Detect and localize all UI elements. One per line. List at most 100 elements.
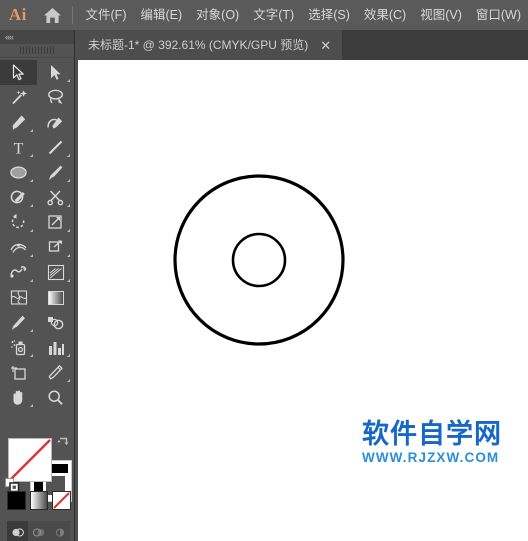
shaper-tool[interactable]: [0, 185, 37, 210]
tool-row: [0, 160, 74, 185]
draw-normal-button[interactable]: [7, 521, 28, 541]
tool-flyout-indicator: [67, 179, 70, 182]
artwork-concentric-circles: [173, 174, 345, 346]
blend-tool[interactable]: [37, 310, 74, 335]
artboard-tool[interactable]: [0, 360, 37, 385]
panel-collapse-button[interactable]: ««: [0, 30, 74, 44]
lasso-tool[interactable]: [37, 85, 74, 110]
color-controls: [0, 435, 74, 541]
svg-text:T: T: [14, 141, 24, 157]
tool-flyout-indicator: [67, 354, 70, 357]
pen-tool[interactable]: [0, 110, 37, 135]
tool-row: [0, 85, 74, 110]
selection-tool[interactable]: [0, 60, 37, 85]
grip-dots-icon: [20, 47, 54, 54]
hand-tool[interactable]: [0, 385, 37, 410]
draw-inside-button[interactable]: [49, 521, 70, 541]
symbol-sprayer-tool[interactable]: [0, 335, 37, 360]
perspective-grid-tool[interactable]: [37, 260, 74, 285]
home-icon[interactable]: [36, 0, 70, 30]
panel-drag-handle[interactable]: [0, 44, 74, 58]
tool-grid: T: [0, 60, 74, 410]
none-slash-icon: [53, 492, 71, 509]
outer-circle: [173, 174, 345, 346]
none-button[interactable]: [52, 491, 72, 510]
tool-row: [0, 335, 74, 360]
tool-row: [0, 360, 74, 385]
artboard-canvas[interactable]: 软件自学网 WWW.RJZXW.COM: [75, 60, 528, 541]
free-transform-tool[interactable]: [37, 235, 74, 260]
shape-builder-tool[interactable]: [0, 260, 37, 285]
magic-wand-tool[interactable]: [0, 85, 37, 110]
close-icon[interactable]: ✕: [308, 30, 342, 60]
tool-flyout-indicator: [67, 154, 70, 157]
tool-row: [0, 260, 74, 285]
document-tab-title: 未标题-1* @ 392.61% (CMYK/GPU 预览): [88, 38, 309, 52]
watermark-sub-text: WWW.RJZXW.COM: [362, 450, 500, 465]
column-graph-tool[interactable]: [37, 335, 74, 360]
line-segment-tool[interactable]: [37, 135, 74, 160]
draw-behind-button[interactable]: [28, 521, 49, 541]
tool-row: [0, 310, 74, 335]
menu-item-select[interactable]: 选择(S): [301, 4, 357, 26]
tool-row: [0, 60, 74, 85]
tool-row: T: [0, 135, 74, 160]
rotate-tool[interactable]: [0, 210, 37, 235]
gradient-tool[interactable]: [37, 285, 74, 310]
menu-item-list: 文件(F) 编辑(E) 对象(O) 文字(T) 选择(S) 效果(C) 视图(V…: [79, 4, 528, 26]
ellipse-tool[interactable]: [0, 160, 37, 185]
tools-panel: «« T: [0, 30, 75, 541]
tool-row: [0, 235, 74, 260]
tool-flyout-indicator: [67, 204, 70, 207]
tool-flyout-indicator: [30, 154, 33, 157]
menu-item-view[interactable]: 视图(V): [413, 4, 469, 26]
type-tool[interactable]: T: [0, 135, 37, 160]
menu-item-effect[interactable]: 效果(C): [357, 4, 413, 26]
direct-selection-tool[interactable]: [37, 60, 74, 85]
tool-flyout-indicator: [30, 354, 33, 357]
color-button[interactable]: [7, 491, 26, 510]
tool-row: [0, 210, 74, 235]
tool-flyout-indicator: [67, 79, 70, 82]
zoom-tool[interactable]: [37, 385, 74, 410]
tool-flyout-indicator: [30, 204, 33, 207]
tool-row: [0, 110, 74, 135]
tool-flyout-indicator: [30, 279, 33, 282]
illustrator-window: Ai 文件(F) 编辑(E) 对象(O) 文字(T) 选择(S) 效果(C) 视…: [0, 0, 528, 541]
canvas-left-edge: [75, 60, 78, 541]
document-tab-bar: 未标题-1* @ 392.61% (CMYK/GPU 预览) ✕: [0, 30, 528, 60]
fill-none-indicator: [8, 438, 52, 482]
color-mode-buttons: [7, 491, 72, 517]
menu-item-window[interactable]: 窗口(W): [469, 4, 528, 26]
mesh-tool[interactable]: [0, 285, 37, 310]
swap-fill-stroke-icon[interactable]: [56, 436, 70, 455]
menu-bar: Ai 文件(F) 编辑(E) 对象(O) 文字(T) 选择(S) 效果(C) 视…: [0, 0, 528, 30]
tool-flyout-indicator: [30, 329, 33, 332]
chevron-double-left-icon: ««: [5, 31, 14, 42]
watermark: 软件自学网 WWW.RJZXW.COM: [362, 420, 502, 466]
fill-swatch[interactable]: [8, 438, 52, 482]
tool-flyout-indicator: [67, 229, 70, 232]
inner-circle: [231, 232, 287, 288]
slice-tool[interactable]: [37, 360, 74, 385]
tool-flyout-indicator: [30, 229, 33, 232]
tool-flyout-indicator: [30, 129, 33, 132]
tool-flyout-indicator: [30, 254, 33, 257]
menu-item-type[interactable]: 文字(T): [246, 4, 301, 26]
gradient-button[interactable]: [29, 491, 49, 510]
menu-item-edit[interactable]: 编辑(E): [133, 4, 189, 26]
document-tab[interactable]: 未标题-1* @ 392.61% (CMYK/GPU 预览) ✕: [75, 30, 343, 60]
tool-row: [0, 285, 74, 310]
scale-tool[interactable]: [37, 210, 74, 235]
ai-logo: Ai: [8, 5, 27, 24]
draw-mode-buttons: [7, 521, 71, 541]
menu-item-file[interactable]: 文件(F): [79, 4, 134, 26]
scissors-tool[interactable]: [37, 185, 74, 210]
tool-row: [0, 185, 74, 210]
curvature-tool[interactable]: [37, 110, 74, 135]
width-tool[interactable]: [0, 235, 37, 260]
paintbrush-tool[interactable]: [37, 160, 74, 185]
tool-flyout-indicator: [30, 404, 33, 407]
menu-item-object[interactable]: 对象(O): [189, 4, 246, 26]
eyedropper-tool[interactable]: [0, 310, 37, 335]
